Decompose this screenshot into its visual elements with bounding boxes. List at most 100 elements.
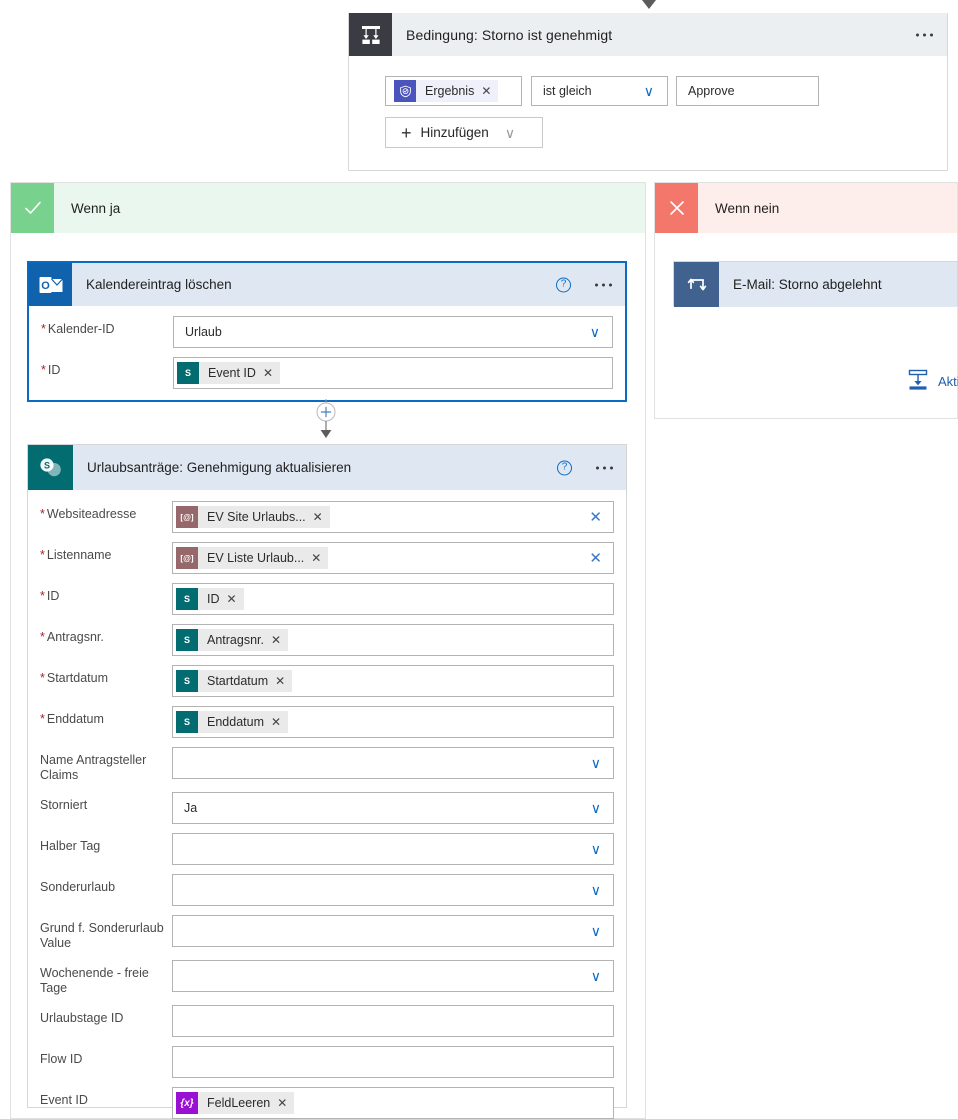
action-card-delete-calendar-entry[interactable]: O Kalendereintrag löschen ? * Kalender-ID <box>27 261 627 402</box>
required-asterisk: * <box>40 671 45 685</box>
field-label-id: * ID <box>41 363 61 377</box>
flow-id-input[interactable] <box>172 1046 614 1078</box>
antragsnr-token-field[interactable]: S Antragsnr. ✕ <box>172 624 614 656</box>
token-remove-icon[interactable]: ✕ <box>311 552 321 564</box>
sharepoint-card-header-actions: ? <box>557 460 613 475</box>
calendar-card-body: * Kalender-ID Urlaub ∨ * ID S Event ID ✕ <box>29 306 625 389</box>
websiteadresse-token-field[interactable]: [@] EV Site Urlaubs... ✕ ✕ <box>172 501 614 533</box>
field-label-text: Antragsnr. <box>46 630 104 644</box>
storniert-dropdown[interactable]: Ja ∨ <box>172 792 614 824</box>
token-ergebnis-remove-icon[interactable]: ✕ <box>481 85 491 97</box>
clear-field-icon[interactable]: ✕ <box>589 551 605 566</box>
add-action-button[interactable]: Aktion <box>906 368 958 395</box>
id-token-field[interactable]: S Event ID ✕ <box>173 357 613 389</box>
token-remove-icon[interactable]: ✕ <box>313 511 323 523</box>
token-label: FeldLeeren <box>207 1096 271 1110</box>
startdatum-token-field[interactable]: S Startdatum ✕ <box>172 665 614 697</box>
field-label-antragsnr: * Antragsnr. <box>40 624 172 645</box>
token-ergebnis[interactable]: Ergebnis ✕ <box>394 80 499 102</box>
required-asterisk: * <box>40 548 45 562</box>
at-sign-icon: [@] <box>176 506 198 528</box>
clear-field-icon[interactable]: ✕ <box>589 510 605 525</box>
condition-card-header[interactable]: Bedingung: Storno ist genehmigt <box>349 13 947 56</box>
sharepoint-icon: S <box>176 588 198 610</box>
help-icon[interactable]: ? <box>556 277 571 292</box>
grund-f-sonderurlaub-value-dropdown[interactable]: ∨ <box>172 915 614 947</box>
field-control-wochenende-freie-tage: ∨ <box>172 960 614 992</box>
checkmark-icon <box>11 183 54 233</box>
chevron-down-icon: ∨ <box>590 923 601 939</box>
field-label-event-id: Event ID <box>40 1087 172 1108</box>
halber-tag-dropdown[interactable]: ∨ <box>172 833 614 865</box>
token-event-id-remove-icon[interactable]: ✕ <box>263 367 273 379</box>
sharepoint-card-body: * Websiteadresse [@] EV Site Urlaubs... ✕ ✕ * L… <box>28 490 626 1119</box>
id-token-field[interactable]: S ID ✕ <box>172 583 614 615</box>
field-control-halber-tag: ∨ <box>172 833 614 865</box>
add-action-label: Aktion <box>938 374 958 389</box>
field-label-text: Event ID <box>40 1093 88 1107</box>
field-row-halber-tag: Halber Tag ∨ <box>40 833 614 865</box>
token-id[interactable]: S ID ✕ <box>176 588 244 610</box>
field-row-flow-id: Flow ID <box>40 1046 614 1078</box>
event-id-token-field[interactable]: {x} FeldLeeren ✕ <box>172 1087 614 1119</box>
required-asterisk: * <box>41 322 46 336</box>
outlook-icon: O <box>29 263 72 306</box>
calendar-card-header[interactable]: O Kalendereintrag löschen ? <box>29 263 625 306</box>
token-remove-icon[interactable]: ✕ <box>271 716 281 728</box>
field-control-listenname: [@] EV Liste Urlaub... ✕ ✕ <box>172 542 614 574</box>
field-row-antragsnr: * Antragsnr. S Antragsnr. ✕ <box>40 624 614 656</box>
calendar-card-ellipsis-icon[interactable] <box>595 283 612 286</box>
enddatum-token-field[interactable]: S Enddatum ✕ <box>172 706 614 738</box>
wochenende-freie-tage-dropdown[interactable]: ∨ <box>172 960 614 992</box>
sharepoint-card-header[interactable]: S Urlaubsanträge: Genehmigung aktualisie… <box>28 445 626 490</box>
token-label: EV Site Urlaubs... <box>207 510 306 524</box>
svg-text:S: S <box>43 460 49 470</box>
token-event-id[interactable]: S Event ID ✕ <box>177 362 280 384</box>
field-row-websiteadresse: * Websiteadresse [@] EV Site Urlaubs... ✕ ✕ <box>40 501 614 533</box>
listenname-token-field[interactable]: [@] EV Liste Urlaub... ✕ ✕ <box>172 542 614 574</box>
condition-add-button-label: Hinzufügen <box>420 125 489 140</box>
sharepoint-card-ellipsis-icon[interactable] <box>596 466 613 469</box>
name-antragsteller-claims-dropdown[interactable]: ∨ <box>172 747 614 779</box>
action-card-email-storno-abgelehnt[interactable]: E-Mail: Storno abgelehnt <box>673 261 958 307</box>
calendar-card-header-actions: ? <box>556 277 612 292</box>
token-feldleeren[interactable]: {x} FeldLeeren ✕ <box>176 1092 295 1114</box>
condition-card[interactable]: Bedingung: Storno ist genehmigt Ergebnis… <box>348 13 948 171</box>
token-label: ID <box>207 592 220 606</box>
condition-operand-field[interactable]: Ergebnis ✕ <box>385 76 522 106</box>
kalender-id-dropdown[interactable]: Urlaub ∨ <box>173 316 613 348</box>
field-control-name-antragsteller-claims: ∨ <box>172 747 614 779</box>
condition-operator-dropdown[interactable]: ist gleich ∨ <box>531 76 668 106</box>
urlaubstage-id-input[interactable] <box>172 1005 614 1037</box>
email-card-header[interactable]: E-Mail: Storno abgelehnt <box>674 262 957 307</box>
field-control-id: S ID ✕ <box>172 583 614 615</box>
token-remove-icon[interactable]: ✕ <box>277 1097 287 1109</box>
token-antragsnr[interactable]: S Antragsnr. ✕ <box>176 629 289 651</box>
token-remove-icon[interactable]: ✕ <box>275 675 285 687</box>
add-action-icon <box>906 368 930 395</box>
condition-expression-row: Ergebnis ✕ ist gleich ∨ Approve <box>385 76 947 106</box>
field-row-sonderurlaub: Sonderurlaub ∨ <box>40 874 614 906</box>
sonderurlaub-dropdown[interactable]: ∨ <box>172 874 614 906</box>
field-label-startdatum: * Startdatum <box>40 665 172 686</box>
token-label: Startdatum <box>207 674 269 688</box>
token-remove-icon[interactable]: ✕ <box>227 593 237 605</box>
action-card-update-approval[interactable]: S Urlaubsanträge: Genehmigung aktualisie… <box>27 444 627 1119</box>
chevron-down-icon: ∨ <box>504 124 516 141</box>
condition-add-button[interactable]: + Hinzufügen ∨ <box>385 117 543 148</box>
calendar-card-title: Kalendereintrag löschen <box>86 277 232 292</box>
token-remove-icon[interactable]: ✕ <box>271 634 281 646</box>
field-control-id: S Event ID ✕ <box>173 357 613 389</box>
token-enddatum[interactable]: S Enddatum ✕ <box>176 711 289 733</box>
condition-branch-icon <box>349 13 392 56</box>
field-label-name-antragsteller-claims: Name Antragsteller Claims <box>40 747 172 783</box>
help-icon[interactable]: ? <box>557 460 572 475</box>
condition-value-input[interactable]: Approve <box>676 76 819 106</box>
token-ev-site-urlaubs[interactable]: [@] EV Site Urlaubs... ✕ <box>176 506 330 528</box>
sharepoint-icon: S <box>28 445 73 490</box>
chevron-down-icon: ∨ <box>589 324 600 340</box>
condition-card-ellipsis-icon[interactable] <box>916 33 933 36</box>
field-label-flow-id: Flow ID <box>40 1046 172 1067</box>
token-startdatum[interactable]: S Startdatum ✕ <box>176 670 293 692</box>
token-ev-liste-urlaub[interactable]: [@] EV Liste Urlaub... ✕ <box>176 547 329 569</box>
